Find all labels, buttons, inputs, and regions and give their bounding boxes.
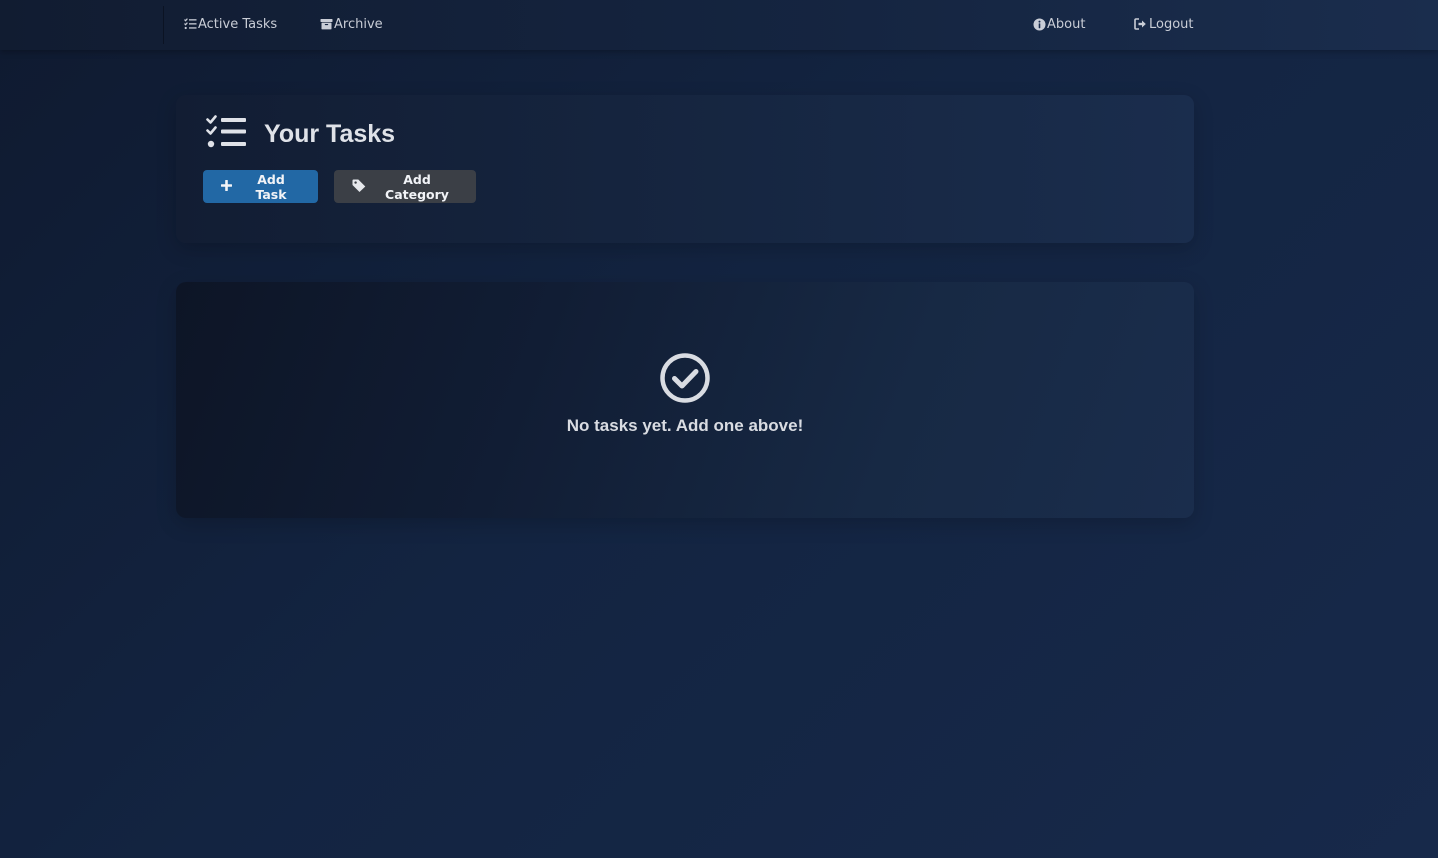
list-check-icon — [206, 115, 246, 153]
nav-about-link[interactable]: About — [1033, 14, 1085, 34]
nav-logout-label: Logout — [1149, 16, 1194, 32]
nav-archive-label: Archive — [334, 16, 383, 32]
tag-icon — [352, 179, 366, 195]
plus-icon — [221, 179, 232, 194]
nav-divider — [163, 6, 164, 44]
archive-box-icon — [320, 18, 333, 30]
tasks-header-panel: Your Tasks Add Task Add Category — [176, 95, 1194, 243]
empty-state: No tasks yet. Add one above! — [176, 352, 1194, 436]
nav-active-tasks-label: Active Tasks — [198, 16, 278, 32]
add-task-label: Add Task — [255, 171, 287, 202]
empty-state-message: No tasks yet. Add one above! — [566, 416, 804, 435]
list-check-icon — [184, 18, 197, 30]
title-row: Your Tasks — [206, 115, 395, 153]
page-title: Your Tasks — [264, 119, 396, 148]
info-circle-icon — [1033, 18, 1046, 31]
top-navbar: Active Tasks Archive About Logout — [0, 0, 1438, 50]
nav-about-label: About — [1047, 16, 1086, 32]
logout-icon — [1134, 18, 1148, 30]
add-category-button[interactable]: Add Category — [334, 170, 476, 203]
nav-active-tasks-link[interactable]: Active Tasks — [184, 14, 277, 34]
nav-logout-link[interactable]: Logout — [1134, 14, 1194, 34]
task-list-panel: No tasks yet. Add one above! — [176, 282, 1194, 518]
add-task-button[interactable]: Add Task — [203, 170, 318, 203]
check-circle-icon — [659, 352, 711, 408]
nav-archive-link[interactable]: Archive — [320, 14, 383, 34]
add-category-label: Add Category — [385, 171, 449, 202]
